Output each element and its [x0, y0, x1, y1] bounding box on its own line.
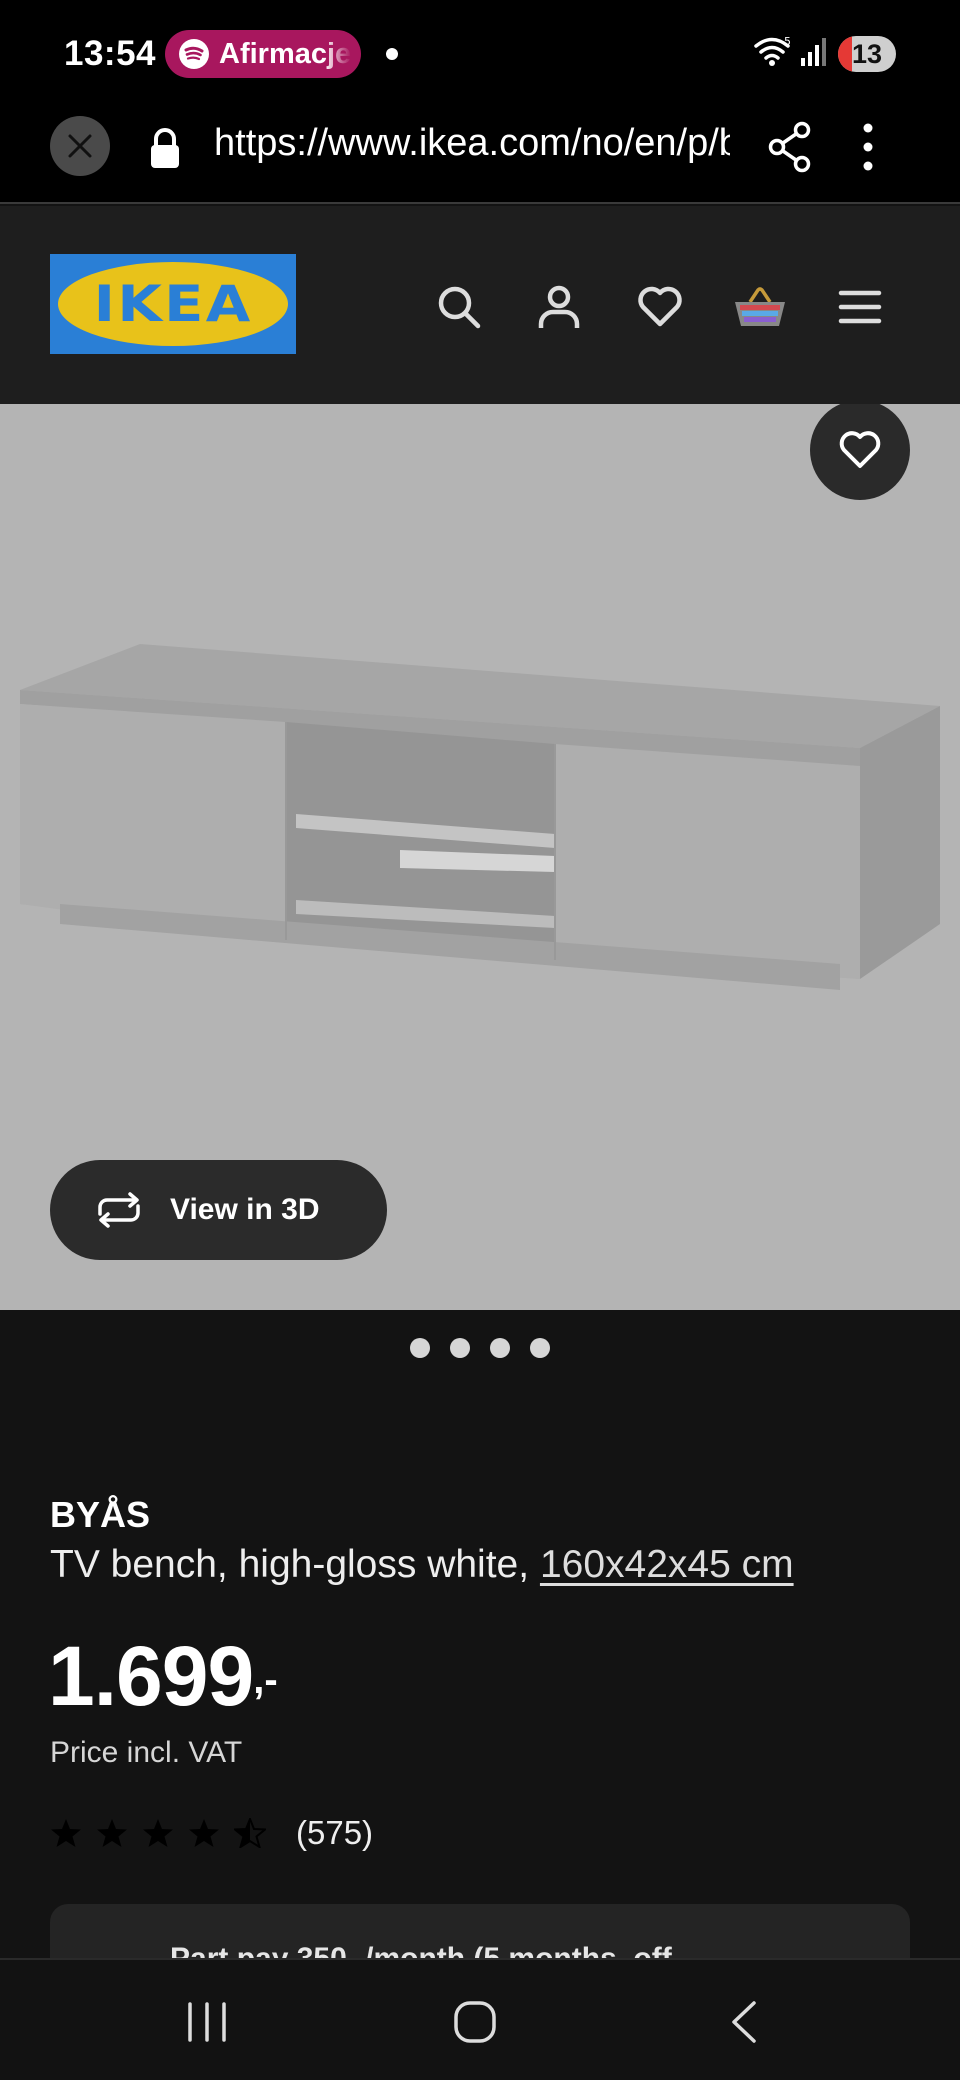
back-icon[interactable]: [724, 2000, 764, 2044]
star-icon: [51, 1819, 81, 1847]
media-chip[interactable]: Afirmacje: [165, 30, 361, 78]
gallery-dot[interactable]: [410, 1338, 430, 1358]
wifi-icon: 5: [754, 36, 791, 66]
wishlist-heart-icon[interactable]: [636, 284, 684, 330]
battery-level: 13: [851, 39, 883, 69]
product-description-text: TV bench, high-gloss white,: [50, 1543, 530, 1586]
notification-dot: [386, 48, 398, 60]
review-count: (575): [296, 1814, 374, 1851]
media-chip-label: Afirmacje: [219, 37, 352, 70]
share-icon[interactable]: [766, 120, 814, 174]
product-rating[interactable]: (575): [50, 1814, 373, 1852]
star-icon: [143, 1819, 173, 1847]
home-icon[interactable]: [452, 2000, 498, 2044]
favourite-heart-icon: [839, 431, 881, 468]
gallery-dot[interactable]: [450, 1338, 470, 1358]
battery-icon: 13: [838, 36, 896, 72]
product-description: TV bench, high-gloss white, 160x42x45 cm: [50, 1543, 794, 1587]
product-image-gallery[interactable]: View in 3D: [0, 404, 960, 1310]
vat-note: Price incl. VAT: [50, 1736, 243, 1769]
more-vertical-icon[interactable]: [862, 122, 874, 172]
gallery-pagination: [0, 1338, 960, 1358]
price-suffix: ,-: [253, 1658, 278, 1702]
recent-apps-icon[interactable]: [184, 2000, 230, 2044]
ikea-logo[interactable]: IKEA: [50, 254, 296, 354]
gallery-dot[interactable]: [530, 1338, 550, 1358]
price-amount: 1.699: [48, 1629, 254, 1723]
view-in-3d-button[interactable]: View in 3D: [50, 1160, 387, 1260]
shopping-basket-icon[interactable]: [732, 284, 788, 330]
browser-toolbar: https://www.ikea.com/no/en/p/byas-tv-ben…: [0, 104, 960, 204]
gallery-dot[interactable]: [490, 1338, 510, 1358]
rotate-3d-icon: [98, 1192, 140, 1228]
spotify-icon: [179, 39, 209, 69]
product-dimensions-link[interactable]: 160x42x45 cm: [540, 1543, 794, 1586]
search-icon[interactable]: [436, 284, 482, 330]
view-in-3d-label: View in 3D: [170, 1193, 320, 1226]
site-header: IKEA: [0, 206, 960, 404]
status-time: 13:54: [64, 34, 157, 73]
system-navigation-bar: [0, 1958, 960, 2080]
close-icon: [68, 134, 92, 158]
url-field[interactable]: https://www.ikea.com/no/en/p/byas-tv-ben…: [214, 122, 730, 165]
svg-text:5: 5: [784, 36, 791, 48]
star-icon: [97, 1819, 127, 1847]
signal-icon: [801, 38, 826, 66]
product-name: BYÅS: [50, 1494, 151, 1535]
account-icon[interactable]: [536, 284, 582, 330]
close-tab-button[interactable]: [50, 116, 110, 176]
star-icon: [189, 1819, 219, 1847]
rating-stars: [50, 1818, 266, 1848]
lock-icon[interactable]: [148, 126, 182, 170]
ikea-logo-text: IKEA: [93, 275, 253, 333]
menu-icon[interactable]: [838, 284, 882, 330]
status-bar: 13:54 Afirmacje 5 13: [0, 0, 960, 104]
favourite-button[interactable]: [810, 404, 910, 500]
product-price: 1.699 ,-: [48, 1628, 278, 1725]
half-star-icon: [234, 1818, 266, 1848]
